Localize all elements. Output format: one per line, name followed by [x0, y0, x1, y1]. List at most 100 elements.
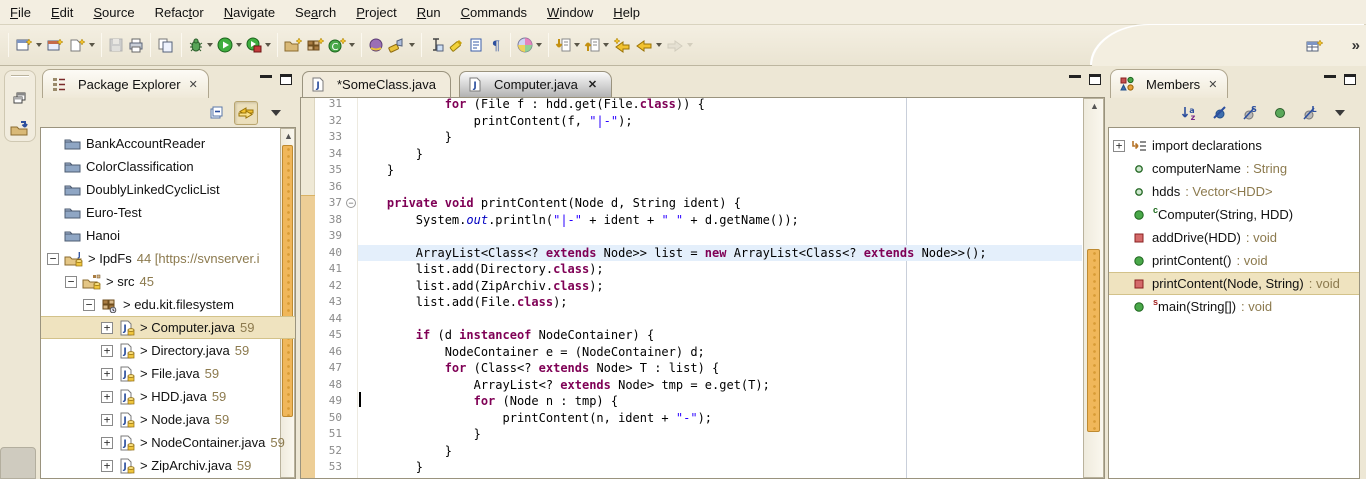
tree-item[interactable]: −> src45 — [41, 270, 295, 293]
code-line[interactable] — [358, 179, 1082, 196]
debug-button[interactable] — [186, 30, 215, 60]
scrollbar-thumb[interactable] — [1087, 249, 1100, 432]
minimize-view-button[interactable] — [260, 75, 272, 85]
previous-annotation-button[interactable] — [582, 30, 611, 60]
folding-ruler[interactable]: − — [345, 98, 358, 478]
dropdown-arrow-icon[interactable] — [536, 43, 542, 47]
new-button[interactable] — [13, 30, 44, 60]
open-type-button[interactable] — [366, 30, 386, 60]
toolbar-overflow-chevron[interactable]: » — [1352, 37, 1358, 54]
filter-public-button[interactable] — [1268, 101, 1292, 125]
new-wizard-button[interactable] — [66, 30, 97, 60]
code-line[interactable]: } — [358, 426, 1082, 443]
menu-run[interactable]: Run — [407, 2, 451, 23]
code-line[interactable]: printContent(f, "|-"); — [358, 113, 1082, 130]
members-tab[interactable]: Members ✕ — [1110, 69, 1228, 98]
dropdown-arrow-icon[interactable] — [265, 43, 271, 47]
sort-button[interactable]: az — [1178, 101, 1202, 125]
menu-refactor[interactable]: Refactor — [145, 2, 214, 23]
menu-file[interactable]: File — [0, 2, 41, 23]
tree-item[interactable]: +J> Computer.java59 — [41, 316, 295, 339]
editor-scrollbar[interactable]: ▲ — [1083, 98, 1104, 478]
code-line[interactable] — [358, 311, 1082, 328]
tree-item[interactable]: +J> HDD.java59 — [41, 385, 295, 408]
close-icon[interactable]: ✕ — [588, 78, 597, 91]
highlight-button[interactable] — [446, 30, 466, 60]
collapse-toggle-icon[interactable]: − — [65, 276, 77, 288]
expand-toggle-icon[interactable]: + — [101, 322, 113, 334]
minimized-view-tray[interactable] — [0, 447, 36, 479]
code-line[interactable]: printContent(n, ident + "-"); — [358, 410, 1082, 427]
code-line[interactable] — [358, 228, 1082, 245]
tree-item[interactable]: +J> NodeContainer.java59 — [41, 431, 295, 454]
dropdown-arrow-icon[interactable] — [349, 43, 355, 47]
code-line[interactable]: NodeContainer e = (NodeContainer) d; — [358, 344, 1082, 361]
member-item[interactable]: addDrive(HDD) : void — [1109, 226, 1359, 249]
expand-toggle-icon[interactable]: + — [101, 437, 113, 449]
back-button[interactable] — [633, 30, 664, 60]
maximize-view-button[interactable] — [1344, 74, 1356, 85]
tree-item[interactable]: +J> File.java59 — [41, 362, 295, 385]
member-item[interactable]: cComputer(String, HDD) — [1109, 203, 1359, 226]
hide-local-types-button[interactable]: L — [1298, 101, 1322, 125]
minimize-view-button[interactable] — [1324, 75, 1336, 85]
show-selected-element-button[interactable] — [466, 30, 486, 60]
close-icon[interactable]: ✕ — [189, 78, 198, 91]
dropdown-arrow-icon[interactable] — [236, 43, 242, 47]
dropdown-arrow-icon[interactable] — [656, 43, 662, 47]
member-item[interactable]: hdds : Vector<HDD> — [1109, 180, 1359, 203]
menu-navigate[interactable]: Navigate — [214, 2, 285, 23]
code-line[interactable]: for (Node n : tmp) { — [358, 393, 1082, 410]
tree-item[interactable]: −> edu.kit.filesystem — [41, 293, 295, 316]
tree-item[interactable]: Euro-Test — [41, 201, 295, 224]
code-line[interactable]: for (Class<? extends Node> T : list) { — [358, 360, 1082, 377]
menu-project[interactable]: Project — [346, 2, 406, 23]
link-with-editor-button[interactable] — [234, 101, 258, 125]
collapse-toggle-icon[interactable]: − — [83, 299, 95, 311]
expand-toggle-icon[interactable]: + — [101, 345, 113, 357]
code-line[interactable]: list.add(File.class); — [358, 294, 1082, 311]
tree-item[interactable]: BankAccountReader — [41, 132, 295, 155]
member-item[interactable]: printContent() : void — [1109, 249, 1359, 272]
member-item[interactable]: printContent(Node, String) : void — [1109, 272, 1359, 295]
tree-item[interactable]: ColorClassification — [41, 155, 295, 178]
member-item[interactable]: computerName : String — [1109, 157, 1359, 180]
dropdown-arrow-icon[interactable] — [36, 43, 42, 47]
new-java-project-button[interactable] — [44, 30, 66, 60]
code-line[interactable]: list.add(Directory.class); — [358, 261, 1082, 278]
member-item[interactable]: smain(String[]) : void — [1109, 295, 1359, 318]
annotation-ruler[interactable] — [301, 98, 315, 478]
tree-item[interactable]: DoublyLinkedCyclicList — [41, 178, 295, 201]
print-button[interactable] — [126, 30, 146, 60]
code-line[interactable]: } — [358, 443, 1082, 460]
tree-item[interactable]: −J> IpdFs44 [https://svnserver.i — [41, 247, 295, 270]
dropdown-arrow-icon[interactable] — [687, 43, 693, 47]
expand-toggle-icon[interactable]: + — [101, 368, 113, 380]
dropdown-arrow-icon[interactable] — [603, 43, 609, 47]
expand-toggle-icon[interactable]: + — [101, 391, 113, 403]
menu-source[interactable]: Source — [83, 2, 144, 23]
code-line[interactable]: ArrayList<? extends Node> tmp = e.get(T)… — [358, 377, 1082, 394]
hide-fields-button[interactable] — [1208, 101, 1232, 125]
external-tools-button[interactable] — [244, 30, 273, 60]
dropdown-arrow-icon[interactable] — [89, 43, 95, 47]
tree-item[interactable]: +J> ZipArchiv.java59 — [41, 454, 295, 477]
search-button[interactable] — [386, 30, 417, 60]
package-explorer-tab[interactable]: Package Explorer ✕ — [42, 69, 209, 98]
code-line[interactable]: } — [358, 162, 1082, 179]
collapse-all-button[interactable] — [204, 101, 228, 125]
view-menu-button[interactable] — [1328, 101, 1352, 125]
code-line[interactable]: private void printContent(Node d, String… — [358, 195, 1082, 212]
minimize-editor-button[interactable] — [1069, 75, 1081, 85]
menu-window[interactable]: Window — [537, 2, 603, 23]
dropdown-arrow-icon[interactable] — [574, 43, 580, 47]
new-package-button[interactable] — [304, 30, 326, 60]
maximize-view-button[interactable] — [280, 74, 292, 85]
close-icon[interactable]: ✕ — [1208, 78, 1217, 91]
code-line[interactable]: System.out.println("|-" + ident + " " + … — [358, 212, 1082, 229]
code-line[interactable]: } — [358, 129, 1082, 146]
next-annotation-button[interactable] — [553, 30, 582, 60]
collapse-toggle-icon[interactable]: − — [47, 253, 59, 265]
view-menu-button[interactable] — [264, 101, 288, 125]
dropdown-arrow-icon[interactable] — [207, 43, 213, 47]
